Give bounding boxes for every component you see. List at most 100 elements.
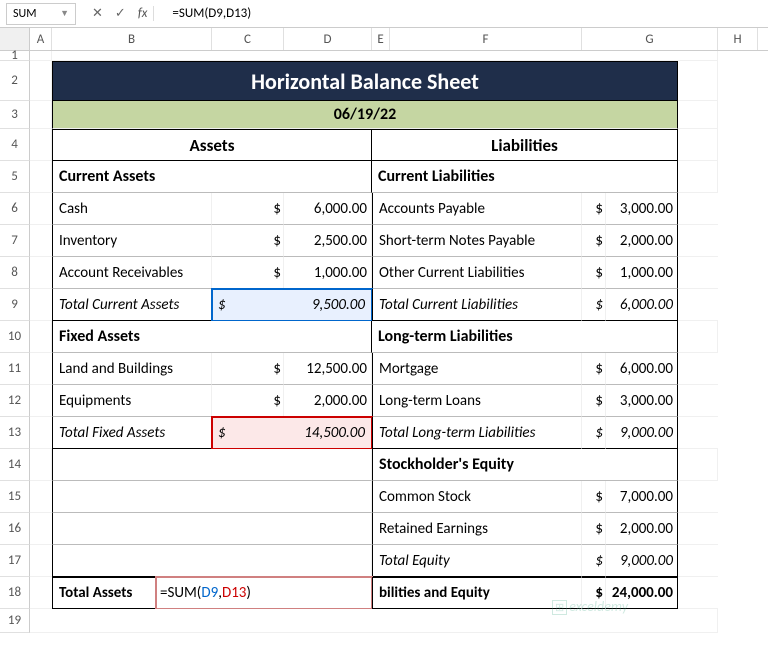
cell[interactable] <box>678 257 718 289</box>
cell[interactable]: 6,000.00 <box>606 353 678 385</box>
row-header[interactable]: 14 <box>0 449 30 481</box>
row-header[interactable]: 15 <box>0 481 30 513</box>
cell[interactable]: Mortgage <box>372 353 582 385</box>
assets-header[interactable]: Assets <box>52 129 372 161</box>
cell[interactable] <box>30 481 52 513</box>
cell[interactable]: $ <box>212 385 284 417</box>
cell[interactable] <box>30 61 52 101</box>
cell[interactable] <box>30 449 52 481</box>
cell[interactable] <box>30 289 52 321</box>
cell[interactable] <box>30 51 52 61</box>
cell[interactable]: $ <box>212 257 284 289</box>
cell[interactable] <box>678 577 718 609</box>
cell[interactable] <box>678 449 718 481</box>
row-header[interactable]: 2 <box>0 61 30 101</box>
cell[interactable]: 6,000.00 <box>606 289 678 321</box>
col-header[interactable]: H <box>718 28 758 50</box>
sheet-date[interactable]: 06/19/22 <box>52 101 678 129</box>
cell[interactable]: Account Receivables <box>52 257 212 289</box>
liabilities-header[interactable]: Liabilities <box>372 129 678 161</box>
col-header[interactable]: G <box>582 28 718 50</box>
row-header[interactable]: 4 <box>0 129 30 161</box>
row-header[interactable]: 17 <box>0 545 30 577</box>
cell[interactable] <box>678 321 718 353</box>
col-header[interactable]: D <box>284 28 372 50</box>
cell[interactable] <box>678 385 718 417</box>
formula-bar-input[interactable]: =SUM(D9,D13) <box>164 4 768 23</box>
cell[interactable]: $ <box>582 577 606 609</box>
formula-editing-cell[interactable]: =SUM(D9,D13) <box>156 577 372 609</box>
cell[interactable]: $ <box>212 193 284 225</box>
row-header[interactable]: 8 <box>0 257 30 289</box>
col-header[interactable]: F <box>390 28 582 50</box>
cell[interactable]: 1,000.00 <box>284 257 372 289</box>
cell[interactable] <box>52 481 372 513</box>
cell[interactable] <box>678 129 718 161</box>
cell[interactable]: 2,000.00 <box>284 385 372 417</box>
col-header[interactable]: C <box>212 28 284 50</box>
cell[interactable] <box>30 545 52 577</box>
cell[interactable] <box>52 51 718 61</box>
cell[interactable] <box>678 417 718 449</box>
row-header[interactable]: 3 <box>0 101 30 129</box>
cell[interactable] <box>678 193 718 225</box>
row-header[interactable]: 13 <box>0 417 30 449</box>
cell[interactable]: Total Equity <box>372 545 582 577</box>
subheading[interactable]: Fixed Assets <box>52 321 372 353</box>
cell[interactable]: Land and Buildings <box>52 353 212 385</box>
cell[interactable] <box>678 161 718 193</box>
cell[interactable]: 3,000.00 <box>606 193 678 225</box>
chevron-down-icon[interactable]: ▼ <box>60 8 69 19</box>
confirm-icon[interactable]: ✓ <box>115 6 126 21</box>
row-header[interactable]: 5 <box>0 161 30 193</box>
cell[interactable]: 9,000.00 <box>606 545 678 577</box>
cell[interactable] <box>30 193 52 225</box>
cell[interactable]: 9,000.00 <box>606 417 678 449</box>
cell[interactable] <box>678 353 718 385</box>
row-header[interactable]: 16 <box>0 513 30 545</box>
subheading[interactable]: Current Liabilities <box>372 161 678 193</box>
cell[interactable]: Retained Earnings <box>372 513 582 545</box>
row-header[interactable]: 9 <box>0 289 30 321</box>
cell[interactable] <box>52 513 372 545</box>
cell[interactable]: 3,000.00 <box>606 385 678 417</box>
cell[interactable]: $ <box>212 225 284 257</box>
cell[interactable]: $ <box>582 545 606 577</box>
cell[interactable]: Accounts Payable <box>372 193 582 225</box>
cell[interactable] <box>678 225 718 257</box>
row-header[interactable]: 6 <box>0 193 30 225</box>
cell[interactable] <box>30 321 52 353</box>
col-header[interactable]: A <box>30 28 52 50</box>
cell[interactable] <box>52 545 372 577</box>
cell[interactable]: $ <box>582 225 606 257</box>
subheading[interactable]: Long-term Liabilities <box>372 321 678 353</box>
cell[interactable] <box>678 513 718 545</box>
cell[interactable]: Short-term Notes Payable <box>372 225 582 257</box>
cell[interactable] <box>30 225 52 257</box>
row-header[interactable]: 11 <box>0 353 30 385</box>
cell[interactable]: 1,000.00 <box>606 257 678 289</box>
subheading[interactable]: Current Assets <box>52 161 372 193</box>
cell[interactable]: $ <box>582 193 606 225</box>
cell[interactable]: Total Fixed Assets <box>52 417 212 449</box>
col-header[interactable]: B <box>52 28 212 50</box>
cell[interactable]: $ <box>582 289 606 321</box>
cell[interactable] <box>30 609 718 633</box>
cell[interactable] <box>30 417 52 449</box>
fx-icon[interactable]: fx <box>138 6 155 21</box>
cell[interactable]: 2,000.00 <box>606 513 678 545</box>
cell[interactable]: $ <box>212 353 284 385</box>
cell[interactable]: 24,000.00 <box>606 577 678 609</box>
cell[interactable]: 2,000.00 <box>606 225 678 257</box>
cell[interactable]: 6,000.00 <box>284 193 372 225</box>
cell[interactable]: Other Current Liabilities <box>372 257 582 289</box>
row-header[interactable]: 19 <box>0 609 30 633</box>
cell[interactable] <box>678 289 718 321</box>
cell[interactable]: Cash <box>52 193 212 225</box>
cell[interactable]: 12,500.00 <box>284 353 372 385</box>
cell[interactable] <box>678 545 718 577</box>
cell-d13-selected[interactable]: $14,500.00 <box>212 417 372 449</box>
cell[interactable]: $ <box>582 481 606 513</box>
cell[interactable]: Total Assets <box>52 577 156 609</box>
cell[interactable] <box>678 61 718 101</box>
